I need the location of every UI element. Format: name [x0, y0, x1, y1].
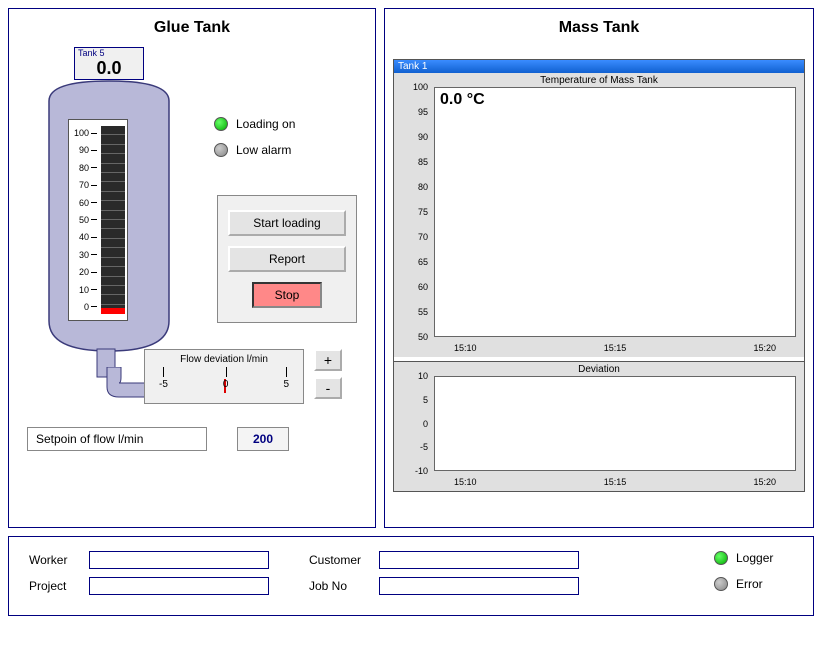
error-label: Error	[736, 577, 763, 591]
indicators: Loading on Low alarm	[214, 117, 295, 169]
low-alarm-label: Low alarm	[236, 143, 291, 157]
project-label: Project	[29, 579, 89, 593]
start-loading-button[interactable]: Start loading	[228, 210, 346, 236]
mass-tank-panel: Mass Tank Tank 1 Temperature of Mass Tan…	[384, 8, 814, 528]
level-bar	[101, 126, 125, 314]
report-button[interactable]: Report	[228, 246, 346, 272]
temperature-chart: Temperature of Mass Tank 100 95 90 85 80…	[394, 73, 804, 357]
worker-label: Worker	[29, 553, 89, 567]
worker-input[interactable]	[89, 551, 269, 569]
deviation-x-ticks: 15:10 15:15 15:20	[434, 477, 796, 487]
setpoint-value[interactable]: 200	[237, 427, 289, 451]
deviation-plot-area	[434, 376, 796, 471]
tank-level-readout: Tank 5 0.0	[74, 47, 144, 80]
temperature-y-ticks: 100 95 90 85 80 75 70 65 60 55 50	[394, 87, 432, 337]
low-alarm-indicator: Low alarm	[214, 143, 295, 157]
flow-minus-button[interactable]: -	[314, 377, 342, 399]
jobno-label: Job No	[309, 579, 379, 593]
chart-window-titlebar: Tank 1	[394, 60, 804, 73]
customer-label: Customer	[309, 553, 379, 567]
flow-stepper: + -	[314, 349, 342, 405]
flow-deviation-gauge: Flow deviation l/min -5 0 5	[144, 349, 304, 404]
glue-tank-title: Glue Tank	[19, 19, 365, 37]
flow-plus-button[interactable]: +	[314, 349, 342, 371]
logger-indicator: Logger	[714, 551, 773, 565]
logger-label: Logger	[736, 551, 773, 565]
loading-on-indicator: Loading on	[214, 117, 295, 131]
led-grey-icon	[714, 577, 728, 591]
error-indicator: Error	[714, 577, 773, 591]
flow-title: Flow deviation l/min	[149, 354, 299, 365]
mass-tank-title: Mass Tank	[395, 19, 803, 37]
chart-window: Tank 1 Temperature of Mass Tank 100 95 9…	[393, 59, 805, 492]
led-grey-icon	[214, 143, 228, 157]
deviation-y-ticks: 10 5 0 -5 -10	[394, 376, 432, 471]
loading-on-label: Loading on	[236, 117, 295, 131]
customer-input[interactable]	[379, 551, 579, 569]
stop-button[interactable]: Stop	[252, 282, 322, 308]
project-input[interactable]	[89, 577, 269, 595]
setpoint-row: Setpoin of flow l/min 200	[27, 427, 289, 451]
tank-name: Tank 5	[75, 48, 143, 58]
jobno-input[interactable]	[379, 577, 579, 595]
level-gauge: 100 90 80 70 60 50 40 30 20 10 0	[68, 119, 128, 321]
deviation-chart-title: Deviation	[578, 364, 620, 375]
temperature-chart-title: Temperature of Mass Tank	[540, 75, 658, 86]
control-buttons: Start loading Report Stop	[217, 195, 357, 323]
setpoint-label: Setpoin of flow l/min	[27, 427, 207, 451]
temperature-plot-area	[434, 87, 796, 337]
glue-tank-graphic: Tank 5 0.0 100 90 80 70 60	[19, 47, 365, 367]
led-green-icon	[714, 551, 728, 565]
tank-level-value: 0.0	[75, 58, 143, 79]
led-green-icon	[214, 117, 228, 131]
glue-tank-panel: Glue Tank Tank 5 0.0 100 90 80	[8, 8, 376, 528]
batch-info-panel: Worker Project Customer Job No Logger Er…	[8, 536, 814, 616]
temperature-x-ticks: 15:10 15:15 15:20	[434, 343, 796, 353]
temperature-reading: 0.0 °C	[440, 91, 485, 109]
deviation-chart: Deviation 10 5 0 -5 -10 15:10 15:15 15:2…	[394, 361, 804, 491]
